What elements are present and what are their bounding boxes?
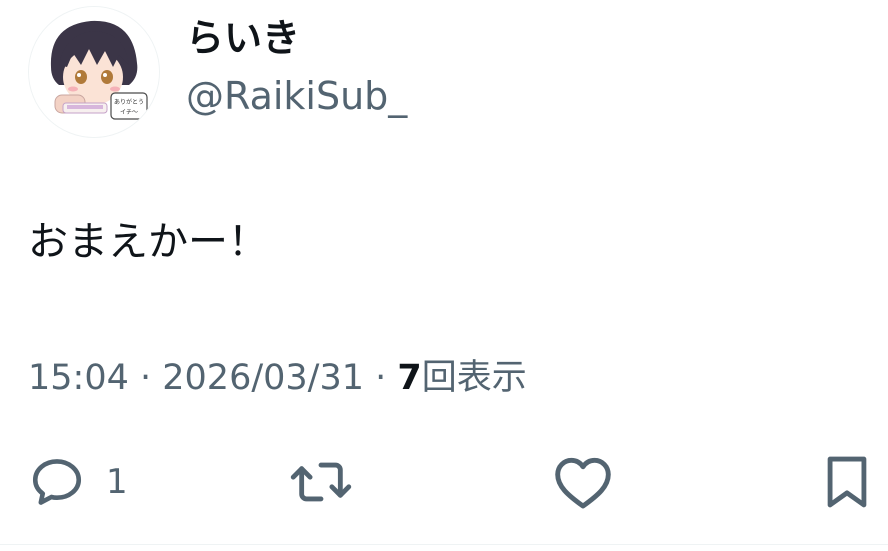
reply-count: 1 <box>106 462 128 502</box>
tweet-text: おまえかー！ <box>28 219 268 265</box>
reply-icon <box>32 459 82 505</box>
user-handle[interactable]: @RaikiSub_ <box>186 72 407 120</box>
divider <box>0 544 888 545</box>
anime-avatar-icon: ありがとう イチ〜 <box>29 7 159 137</box>
tweet-meta: 15:04 · 2026/03/31 · 7回表示 <box>28 352 527 404</box>
like-button[interactable] <box>552 450 614 514</box>
bookmark-icon <box>827 456 867 508</box>
avatar-note-line2: イチ〜 <box>120 109 138 116</box>
retweet-button[interactable] <box>288 450 354 514</box>
display-name[interactable]: らいき <box>186 14 300 62</box>
views-count[interactable]: 7 <box>397 358 421 398</box>
views-label[interactable]: 回表示 <box>422 358 527 398</box>
avatar-note-line1: ありがとう <box>114 98 144 106</box>
tweet-card: ありがとう イチ〜 らいき @RaikiSub_ おまえかー！ 15:04 · … <box>0 0 888 551</box>
tweet-date[interactable]: 2026/03/31 <box>162 358 364 398</box>
reply-button[interactable]: 1 <box>28 450 128 514</box>
meta-separator: · <box>364 358 398 398</box>
meta-separator: · <box>128 358 163 398</box>
bookmark-button[interactable] <box>822 450 872 514</box>
action-bar: 1 <box>0 450 888 514</box>
heart-icon <box>555 457 611 509</box>
tweet-time[interactable]: 15:04 <box>28 358 129 398</box>
avatar[interactable]: ありがとう イチ〜 <box>28 6 160 138</box>
retweet-icon <box>290 462 352 502</box>
